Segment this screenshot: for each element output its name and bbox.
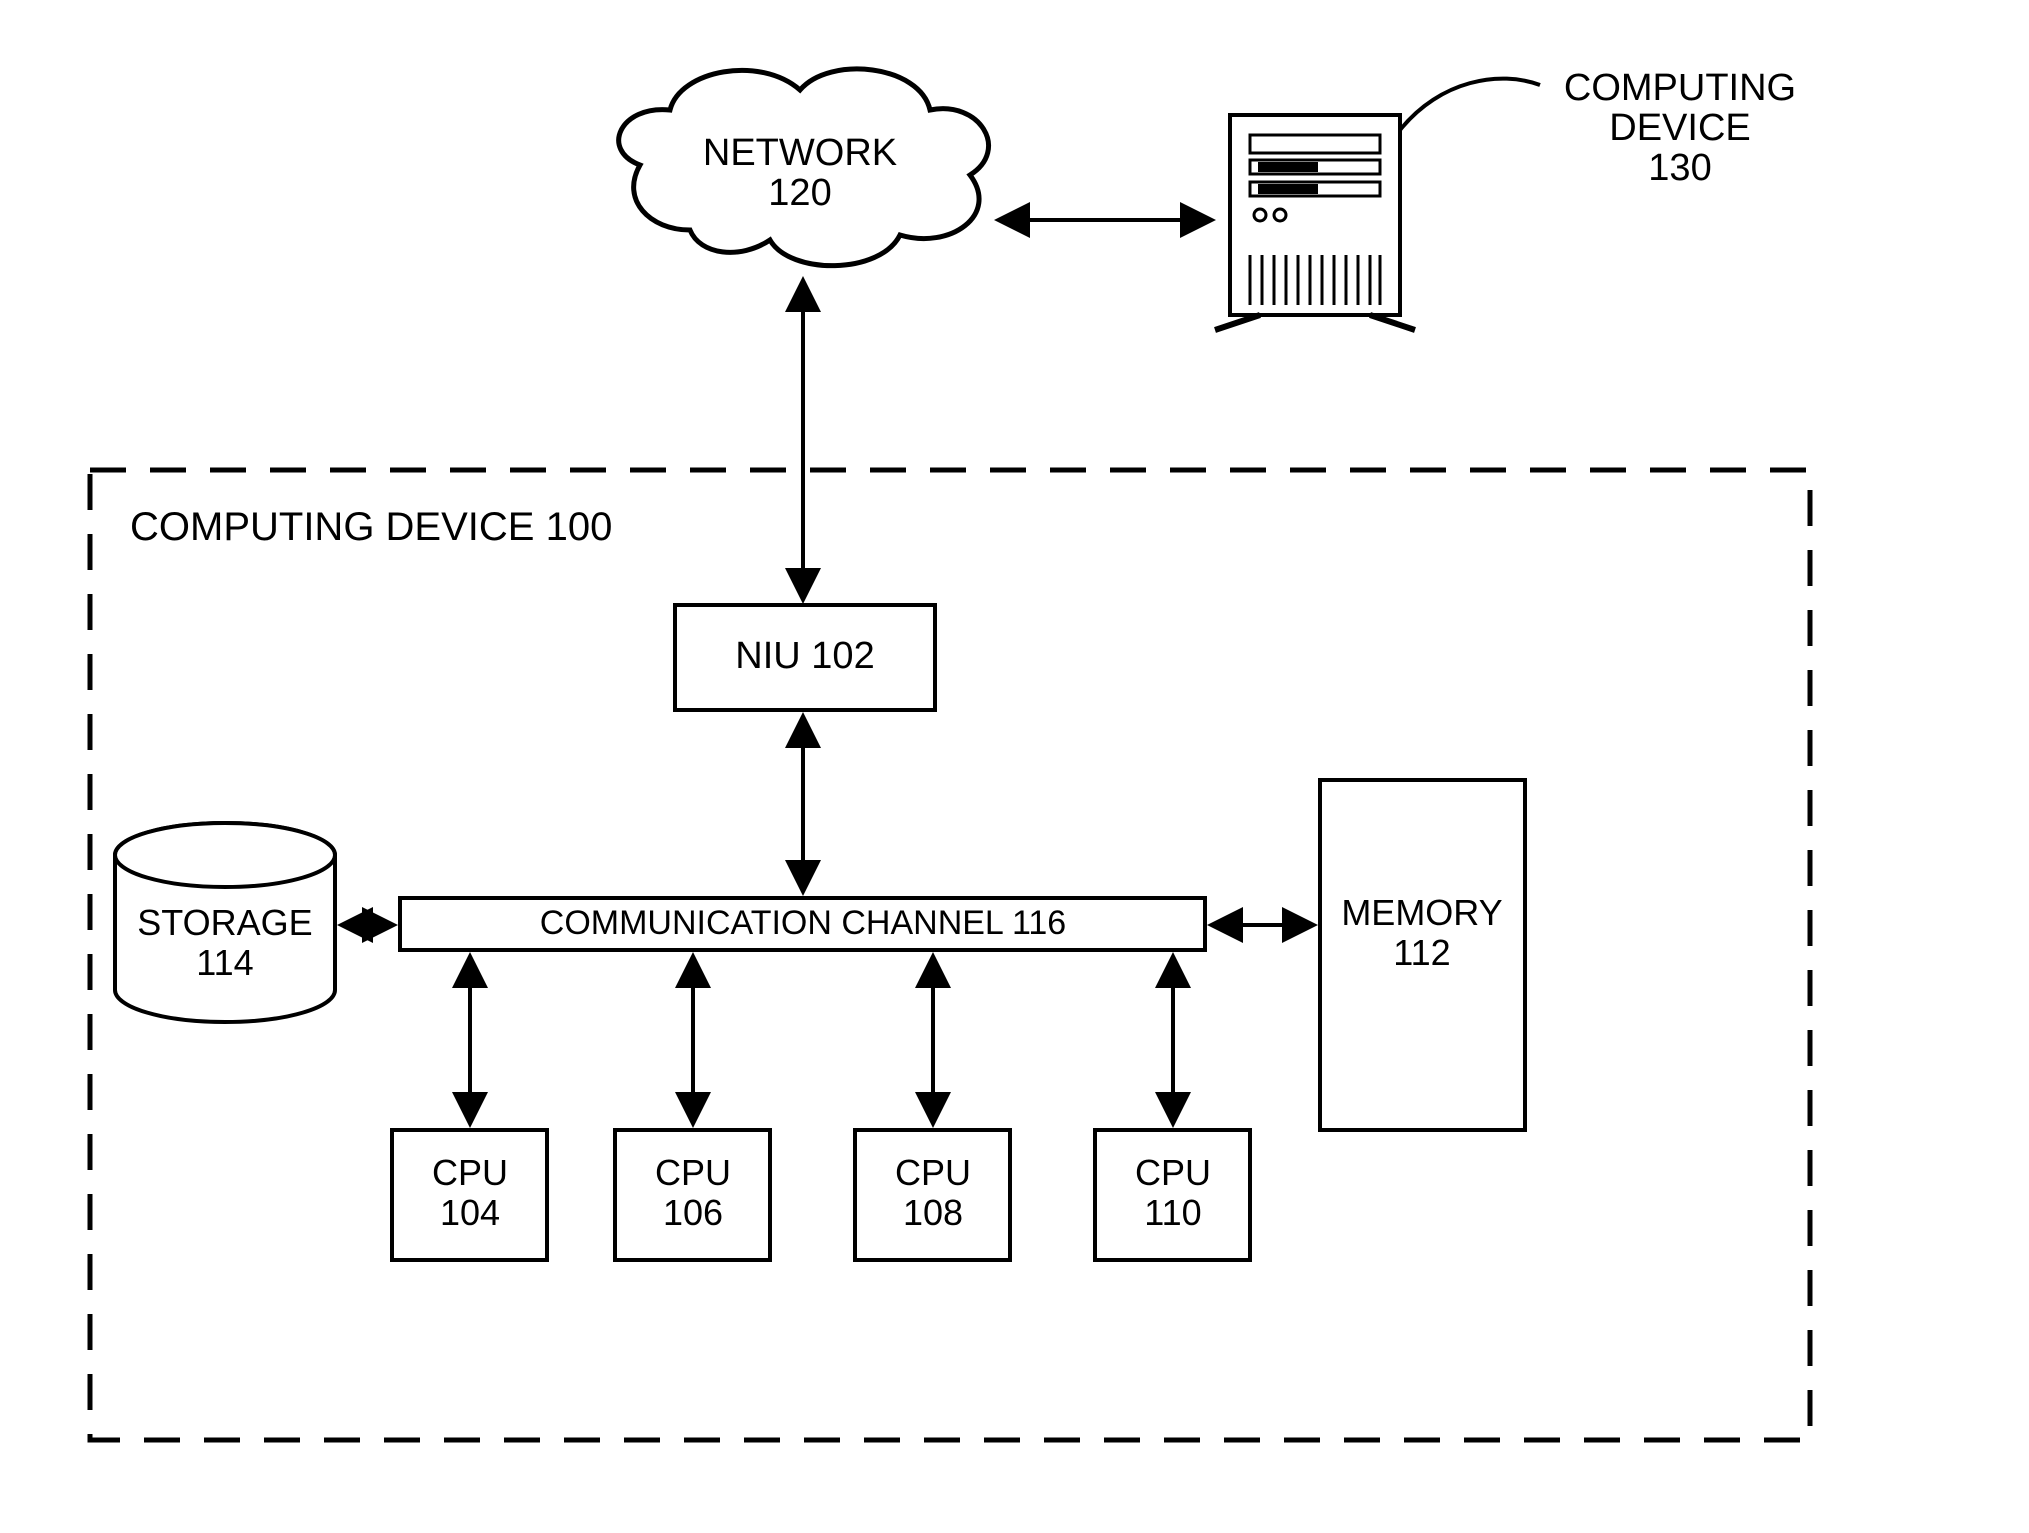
cpu-108-l2: 108 <box>903 1192 963 1233</box>
computing-device-label: COMPUTING DEVICE 100 <box>130 505 612 549</box>
architecture-diagram: COMPUTING DEVICE 100 NETWORK 120 <box>0 0 2029 1533</box>
cpu-104-l2: 104 <box>440 1192 500 1233</box>
cpu-106-l2: 106 <box>663 1192 723 1233</box>
cpu-106-l1: CPU <box>655 1152 731 1193</box>
cpu-108-l1: CPU <box>895 1152 971 1193</box>
computing-device-box <box>90 470 1810 1440</box>
cpu-110-l1: CPU <box>1135 1152 1211 1193</box>
cpu-group: CPU 104 CPU 106 CPU 108 CPU 110 <box>392 958 1250 1260</box>
cpu-104-l1: CPU <box>432 1152 508 1193</box>
network-cloud: NETWORK 120 <box>619 69 989 266</box>
storage-label-1: STORAGE <box>137 902 312 943</box>
channel-label: COMMUNICATION CHANNEL 116 <box>540 904 1066 942</box>
remote-label-2: DEVICE <box>1609 107 1750 149</box>
niu-label: NIU 102 <box>735 635 874 677</box>
storage-label-2: 114 <box>196 942 253 983</box>
memory-label-2: 112 <box>1393 932 1450 973</box>
memory-label-1: MEMORY <box>1341 892 1502 933</box>
remote-label-3: 130 <box>1648 147 1711 189</box>
network-label-2: 120 <box>768 172 831 214</box>
network-label-1: NETWORK <box>703 132 897 174</box>
remote-server <box>1215 79 1540 330</box>
cpu-110-l2: 110 <box>1144 1192 1201 1233</box>
storage-cylinder: STORAGE 114 <box>115 823 335 1022</box>
remote-label-1: COMPUTING <box>1564 67 1796 109</box>
